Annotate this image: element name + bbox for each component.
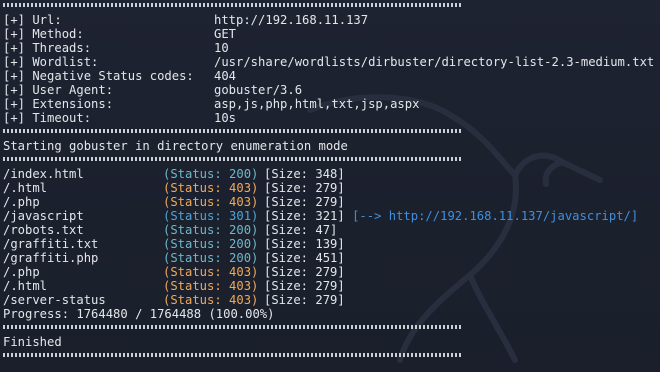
result-row: /graffiti.txt (Status: 200) [Size: 139] [3,237,345,251]
result-row: /.html (Status: 403) [Size: 279] [3,279,345,293]
result-path: /server-status [3,293,106,307]
separator [3,325,461,329]
config-key: [+] Extensions: [3,97,114,111]
result-size: [Size: 47] [264,223,338,237]
result-path: /graffiti.txt [3,237,99,251]
config-key: [+] User Agent: [3,83,114,97]
finish-message: Finished [3,335,62,349]
result-size: [Size: 279] [264,279,345,293]
start-message: Starting gobuster in directory enumerati… [3,139,348,153]
config-value: GET [214,27,237,41]
result-row: /index.html (Status: 200) [Size: 348] [3,167,345,181]
result-status: (Status: 200) [163,223,259,237]
progress-text: Progress: 1764480 / 1764488 (100.00%) [3,307,275,321]
config-value: 10 [214,41,229,55]
result-path: /.html [3,279,48,293]
result-path: /javascript [3,209,84,223]
config-value: gobuster/3.6 [214,83,303,97]
separator [3,129,461,133]
result-path: /graffiti.php [3,251,99,265]
config-row-wordlist: [+] Wordlist: /usr/share/wordlists/dirbus… [3,55,654,69]
separator [3,3,461,7]
result-size: [Size: 321] [264,209,345,223]
config-value: 10s [214,111,237,125]
result-path: /.php [3,195,40,209]
terminal-window[interactable]: [+] Url: http://192.168.11.137 [+] Method… [0,0,660,372]
config-value: 404 [214,69,237,83]
result-row: /robots.txt (Status: 200) [Size: 47] [3,223,337,237]
result-size: [Size: 348] [264,167,345,181]
result-status: (Status: 403) [163,265,259,279]
config-key: [+] Negative Status codes: [3,69,194,83]
redirect-link[interactable]: [--> http://192.168.11.137/javascript/] [352,209,638,223]
result-size: [Size: 139] [264,237,345,251]
result-path: /.html [3,181,48,195]
config-key: [+] Url: [3,13,62,27]
config-row-extensions: [+] Extensions: asp,js,php,html,txt,jsp,a… [3,97,419,111]
result-row: /javascript (Status: 301) [Size: 321] [-->… [3,209,638,223]
config-value: http://192.168.11.137 [214,13,369,27]
result-status: (Status: 403) [163,195,259,209]
result-size: [Size: 279] [264,181,345,195]
result-status: (Status: 200) [163,167,259,181]
config-key: [+] Wordlist: [3,55,99,69]
result-row: /graffiti.php (Status: 200) [Size: 451] [3,251,345,265]
config-row-method: [+] Method: GET [3,27,236,41]
separator [3,353,461,357]
result-size: [Size: 279] [264,265,345,279]
result-path: /index.html [3,167,84,181]
config-key: [+] Threads: [3,41,92,55]
result-status: (Status: 200) [163,251,259,265]
config-value: /usr/share/wordlists/dirbuster/directory… [214,55,655,69]
separator [3,157,461,161]
result-size: [Size: 451] [264,251,345,265]
result-status: (Status: 403) [163,279,259,293]
result-path: /.php [3,265,40,279]
result-path: /robots.txt [3,223,84,237]
result-status: (Status: 301) [163,209,259,223]
config-key: [+] Method: [3,27,84,41]
config-row-negative-status: [+] Negative Status codes: 404 [3,69,236,83]
result-status: (Status: 200) [163,237,259,251]
result-size: [Size: 279] [264,293,345,307]
result-status: (Status: 403) [163,181,259,195]
result-row: /.php (Status: 403) [Size: 279] [3,195,345,209]
config-row-threads: [+] Threads: 10 [3,41,229,55]
config-key: [+] Timeout: [3,111,92,125]
config-row-user-agent: [+] User Agent: gobuster/3.6 [3,83,302,97]
result-row: /server-status (Status: 403) [Size: 279] [3,293,345,307]
result-size: [Size: 279] [264,195,345,209]
config-value: asp,js,php,html,txt,jsp,aspx [214,97,420,111]
result-row: /.html (Status: 403) [Size: 279] [3,181,345,195]
result-status: (Status: 403) [163,293,259,307]
config-row-timeout: [+] Timeout: 10s [3,111,236,125]
config-row-url: [+] Url: http://192.168.11.137 [3,13,368,27]
result-row: /.php (Status: 403) [Size: 279] [3,265,345,279]
